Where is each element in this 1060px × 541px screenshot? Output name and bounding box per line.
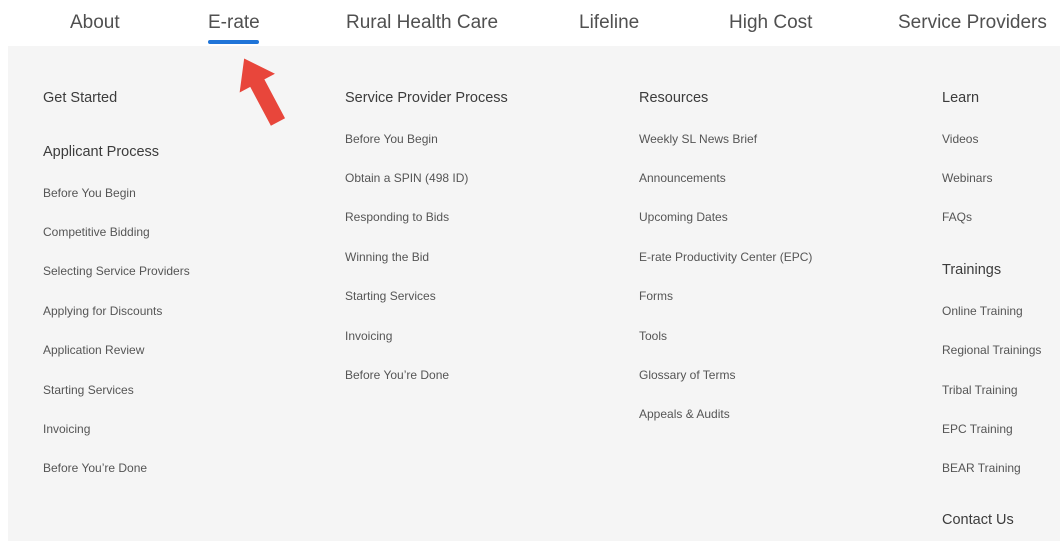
resources-heading[interactable]: Resources	[639, 90, 708, 106]
resources-link-weekly-sl-news-brief[interactable]: Weekly SL News Brief	[639, 132, 757, 146]
get-started-link[interactable]: Get Started	[43, 90, 117, 106]
learn-link-webinars[interactable]: Webinars	[942, 171, 992, 185]
sp-link-responding-to-bids[interactable]: Responding to Bids	[345, 210, 449, 224]
nav-high-cost[interactable]: High Cost	[729, 12, 812, 34]
applicant-link-application-review[interactable]: Application Review	[43, 343, 144, 357]
sp-link-winning-the-bid[interactable]: Winning the Bid	[345, 250, 429, 264]
resources-link-appeals-audits[interactable]: Appeals & Audits	[639, 407, 730, 421]
training-link-regional[interactable]: Regional Trainings	[942, 343, 1041, 357]
resources-link-glossary-of-terms[interactable]: Glossary of Terms	[639, 368, 735, 382]
applicant-link-selecting-service-providers[interactable]: Selecting Service Providers	[43, 264, 190, 278]
training-link-epc[interactable]: EPC Training	[942, 422, 1013, 436]
active-tab-underline	[208, 40, 259, 44]
sp-link-obtain-spin[interactable]: Obtain a SPIN (498 ID)	[345, 171, 468, 185]
applicant-link-invoicing[interactable]: Invoicing	[43, 422, 90, 436]
nav-lifeline[interactable]: Lifeline	[579, 12, 639, 34]
sp-link-before-you-begin[interactable]: Before You Begin	[345, 132, 438, 146]
resources-link-epc[interactable]: E-rate Productivity Center (EPC)	[639, 250, 812, 264]
learn-heading[interactable]: Learn	[942, 90, 979, 106]
applicant-process-heading[interactable]: Applicant Process	[43, 144, 159, 160]
resources-link-upcoming-dates[interactable]: Upcoming Dates	[639, 210, 728, 224]
contact-us-link[interactable]: Contact Us	[942, 512, 1014, 528]
learn-link-videos[interactable]: Videos	[942, 132, 978, 146]
sp-link-invoicing[interactable]: Invoicing	[345, 329, 392, 343]
sp-link-starting-services[interactable]: Starting Services	[345, 289, 436, 303]
applicant-link-before-youre-done[interactable]: Before You’re Done	[43, 461, 147, 475]
applicant-link-starting-services[interactable]: Starting Services	[43, 383, 134, 397]
trainings-heading[interactable]: Trainings	[942, 262, 1001, 278]
nav-rural-health-care[interactable]: Rural Health Care	[346, 12, 498, 34]
nav-about[interactable]: About	[70, 12, 120, 34]
applicant-link-before-you-begin[interactable]: Before You Begin	[43, 186, 136, 200]
sp-link-before-youre-done[interactable]: Before You’re Done	[345, 368, 449, 382]
top-navigation: About E-rate Rural Health Care Lifeline …	[0, 0, 1060, 46]
applicant-link-competitive-bidding[interactable]: Competitive Bidding	[43, 225, 150, 239]
training-link-tribal[interactable]: Tribal Training	[942, 383, 1018, 397]
learn-link-faqs[interactable]: FAQs	[942, 210, 972, 224]
resources-link-forms[interactable]: Forms	[639, 289, 673, 303]
training-link-online[interactable]: Online Training	[942, 304, 1023, 318]
training-link-bear[interactable]: BEAR Training	[942, 461, 1021, 475]
e-rate-mega-menu: Get Started Applicant Process Before You…	[8, 46, 1060, 541]
applicant-link-applying-for-discounts[interactable]: Applying for Discounts	[43, 304, 162, 318]
service-provider-process-heading[interactable]: Service Provider Process	[345, 90, 508, 106]
nav-e-rate[interactable]: E-rate	[208, 12, 260, 34]
resources-link-tools[interactable]: Tools	[639, 329, 667, 343]
nav-service-providers[interactable]: Service Providers	[898, 12, 1047, 34]
resources-link-announcements[interactable]: Announcements	[639, 171, 726, 185]
